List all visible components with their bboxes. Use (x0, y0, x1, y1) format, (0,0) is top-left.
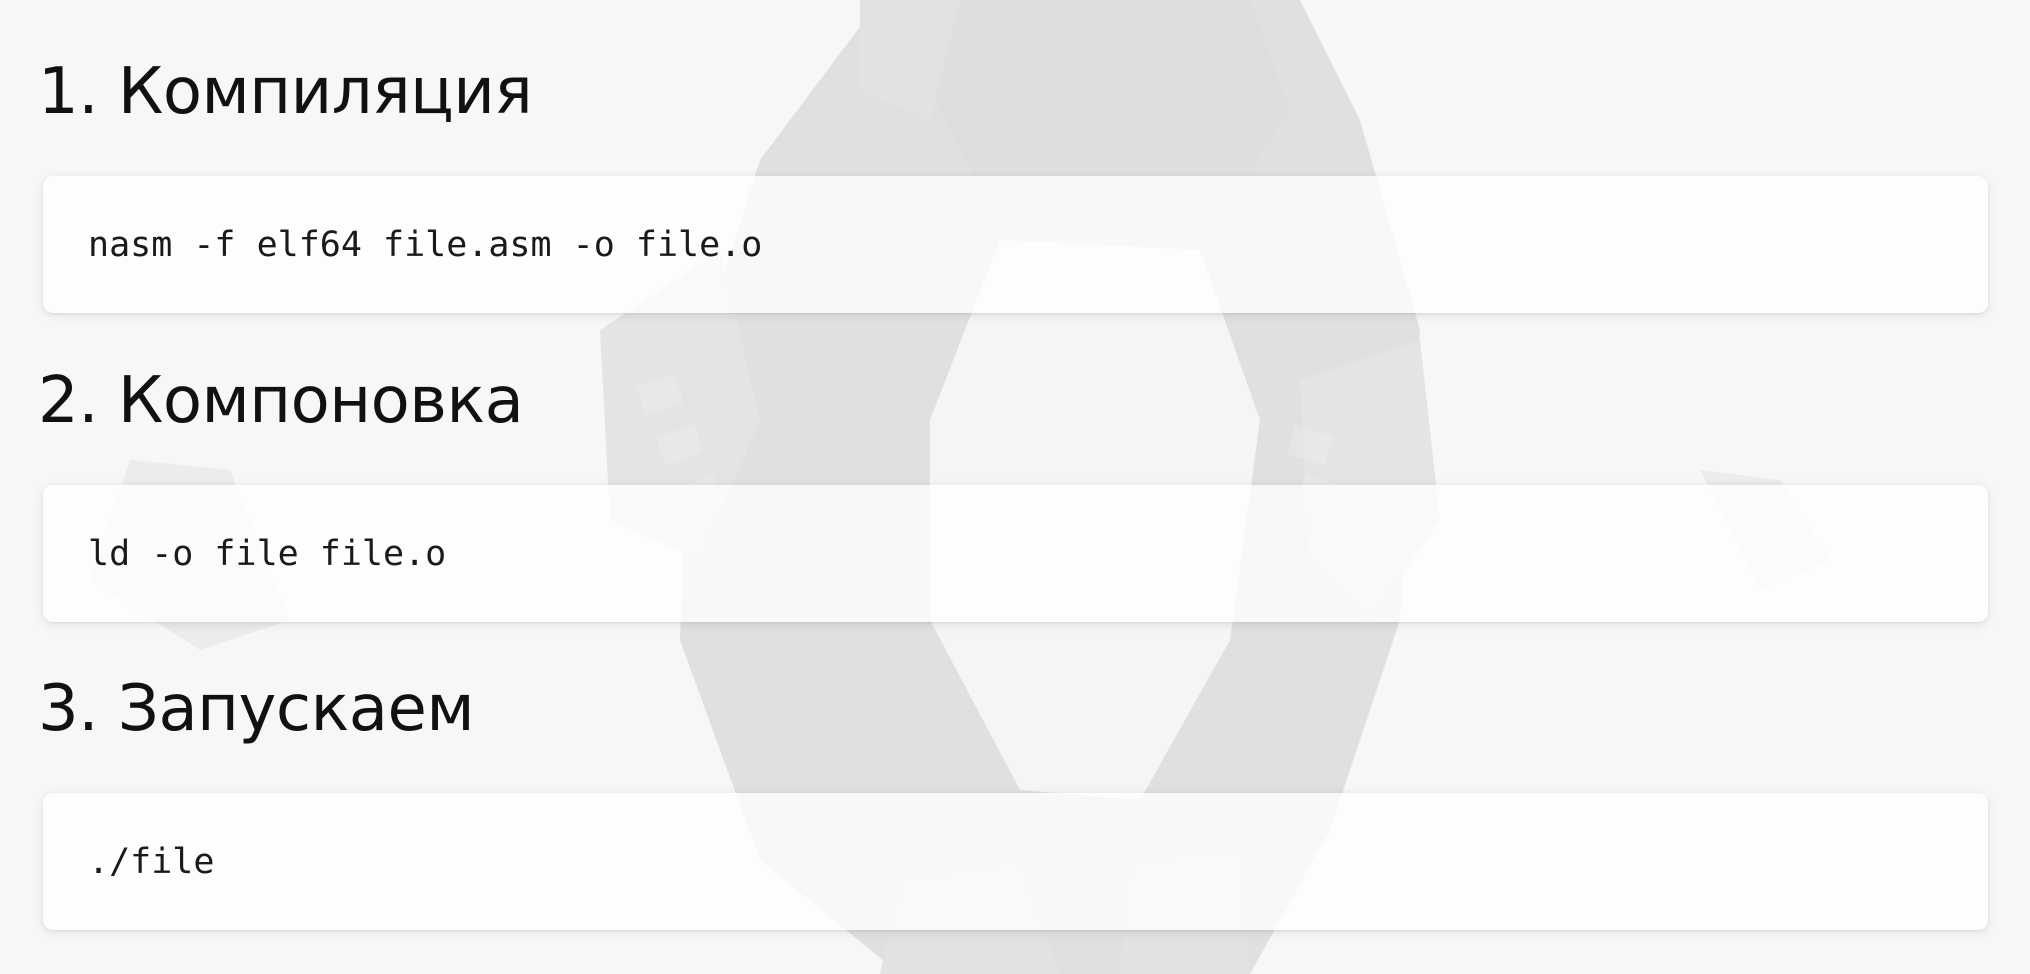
step-heading-link: 2. Компоновка (38, 364, 524, 438)
code-block-compile: nasm -f elf64 file.asm -o file.o (43, 176, 1988, 313)
step-heading-run: 3. Запускаем (38, 672, 475, 746)
code-command-link: ld -o file file.o (88, 533, 447, 574)
code-command-compile: nasm -f elf64 file.asm -o file.o (88, 224, 763, 265)
code-block-link: ld -o file file.o (43, 485, 1988, 622)
step-heading-compile: 1. Компиляция (38, 55, 533, 129)
slide: 1. Компиляция nasm -f elf64 file.asm -o … (0, 0, 2030, 974)
code-block-run: ./file (43, 793, 1988, 930)
code-command-run: ./file (88, 841, 215, 882)
